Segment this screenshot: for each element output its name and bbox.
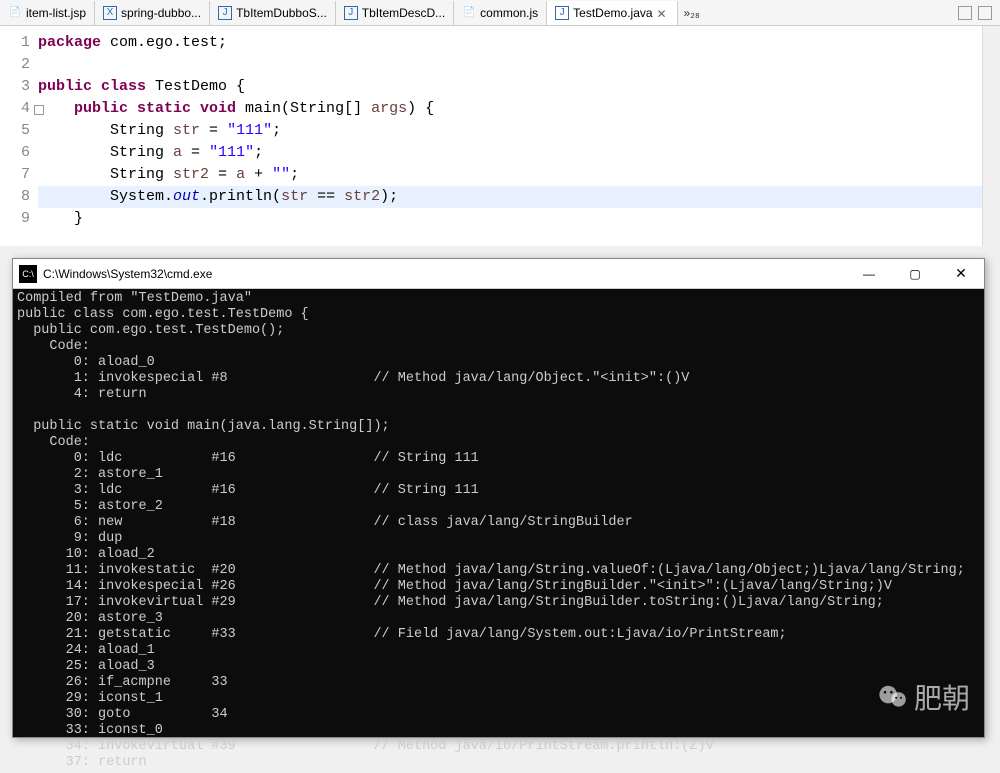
cmd-line: 4: return	[17, 387, 980, 403]
cmd-line: 0: aload_0	[17, 355, 980, 371]
code-line[interactable]: public class TestDemo {	[38, 76, 982, 98]
file-icon: 📄	[462, 6, 476, 20]
line-number: 9	[0, 208, 38, 230]
tab-label: spring-dubbo...	[121, 6, 201, 20]
cmd-line: 9: dup	[17, 531, 980, 547]
cmd-window: C:\ C:\Windows\System32\cmd.exe — ▢ ✕ Co…	[12, 258, 985, 738]
editor-tab-5[interactable]: J TestDemo.java ✕	[547, 1, 677, 25]
code-line[interactable]: String str2 = a + "";	[38, 164, 982, 186]
cmd-line: 11: invokestatic #20 // Method java/lang…	[17, 563, 980, 579]
cmd-line: public static void main(java.lang.String…	[17, 419, 980, 435]
cmd-line: public class com.ego.test.TestDemo {	[17, 307, 980, 323]
cmd-line: 10: aload_2	[17, 547, 980, 563]
cmd-line: 17: invokevirtual #29 // Method java/lan…	[17, 595, 980, 611]
file-icon: J	[344, 6, 358, 20]
code-line[interactable]: String str = "111";	[38, 120, 982, 142]
maximize-button[interactable]: ▢	[892, 259, 938, 289]
cmd-line	[17, 403, 980, 419]
cmd-line: 20: astore_3	[17, 611, 980, 627]
editor-tab-1[interactable]: Xspring-dubbo...	[95, 1, 210, 25]
watermark-text: 肥朝	[914, 677, 970, 717]
close-button[interactable]: ✕	[938, 259, 984, 289]
more-tabs-button[interactable]: »₂₈	[678, 6, 706, 20]
line-number: 5	[0, 120, 38, 142]
tab-label: TbItemDubboS...	[236, 6, 327, 20]
cmd-line: 3: ldc #16 // String 111	[17, 483, 980, 499]
cmd-line: 26: if_acmpne 33	[17, 675, 980, 691]
cmd-line: 30: goto 34	[17, 707, 980, 723]
editor-tab-4[interactable]: 📄 common.js	[454, 1, 547, 25]
line-number: 7	[0, 164, 38, 186]
code-line[interactable]: String a = "111";	[38, 142, 982, 164]
cmd-line: 0: ldc #16 // String 111	[17, 451, 980, 467]
cmd-line: 14: invokespecial #26 // Method java/lan…	[17, 579, 980, 595]
cmd-line: 29: iconst_1	[17, 691, 980, 707]
line-number: 1	[0, 32, 38, 54]
tab-label: common.js	[480, 6, 538, 20]
minimize-view-icon[interactable]	[958, 6, 972, 20]
cmd-line: 24: aload_1	[17, 643, 980, 659]
watermark: 肥朝	[878, 677, 970, 717]
cmd-line: Code:	[17, 339, 980, 355]
code-line[interactable]: System.out.println(str == str2);	[38, 186, 982, 208]
cmd-icon: C:\	[19, 265, 37, 283]
cmd-line: 34: invokevirtual #39 // Method java/io/…	[17, 739, 980, 755]
cmd-titlebar[interactable]: C:\ C:\Windows\System32\cmd.exe — ▢ ✕	[13, 259, 984, 289]
cmd-line: 1: invokespecial #8 // Method java/lang/…	[17, 371, 980, 387]
cmd-line: 25: aload_3	[17, 659, 980, 675]
cmd-line: 6: new #18 // class java/lang/StringBuil…	[17, 515, 980, 531]
cmd-line: Code:	[17, 435, 980, 451]
cmd-line: Compiled from "TestDemo.java"	[17, 291, 980, 307]
line-number: 3	[0, 76, 38, 98]
maximize-view-icon[interactable]	[978, 6, 992, 20]
file-icon: 📄	[8, 6, 22, 20]
code-line[interactable]	[38, 54, 982, 76]
wechat-icon	[878, 685, 908, 709]
code-line[interactable]: package com.ego.test;	[38, 32, 982, 54]
editor-tab-0[interactable]: 📄 item-list.jsp	[0, 1, 95, 25]
cmd-title-text: C:\Windows\System32\cmd.exe	[43, 267, 846, 281]
tab-label: TestDemo.java	[573, 6, 652, 20]
tab-label: TbItemDescD...	[362, 6, 445, 20]
code-area[interactable]: package com.ego.test; public class TestDe…	[38, 26, 982, 246]
close-tab-icon[interactable]: ✕	[657, 7, 669, 19]
file-icon: J	[218, 6, 232, 20]
cmd-output[interactable]: Compiled from "TestDemo.java"public clas…	[13, 289, 984, 773]
line-number: 4	[0, 98, 38, 120]
code-line[interactable]: public static void main(String[] args) {	[38, 98, 982, 120]
cmd-line: 21: getstatic #33 // Field java/lang/Sys…	[17, 627, 980, 643]
code-editor[interactable]: 123456789 package com.ego.test; public cl…	[0, 26, 1000, 246]
editor-tab-2[interactable]: J TbItemDubboS...	[210, 1, 336, 25]
file-icon: X	[103, 6, 117, 20]
line-number: 6	[0, 142, 38, 164]
cmd-line: public com.ego.test.TestDemo();	[17, 323, 980, 339]
code-line[interactable]: }	[38, 208, 982, 230]
editor-scrollbar[interactable]	[982, 26, 1000, 246]
tab-label: item-list.jsp	[26, 6, 86, 20]
cmd-line: 2: astore_1	[17, 467, 980, 483]
cmd-line: 33: iconst_0	[17, 723, 980, 739]
editor-tabs-bar: 📄 item-list.jsp Xspring-dubbo... J TbItemDub…	[0, 0, 1000, 26]
file-icon: J	[555, 6, 569, 20]
line-number: 8	[0, 186, 38, 208]
line-number-gutter: 123456789	[0, 26, 38, 246]
cmd-line: 37: return	[17, 755, 980, 771]
minimize-button[interactable]: —	[846, 259, 892, 289]
cmd-line: 5: astore_2	[17, 499, 980, 515]
editor-tab-3[interactable]: J TbItemDescD...	[336, 1, 454, 25]
line-number: 2	[0, 54, 38, 76]
